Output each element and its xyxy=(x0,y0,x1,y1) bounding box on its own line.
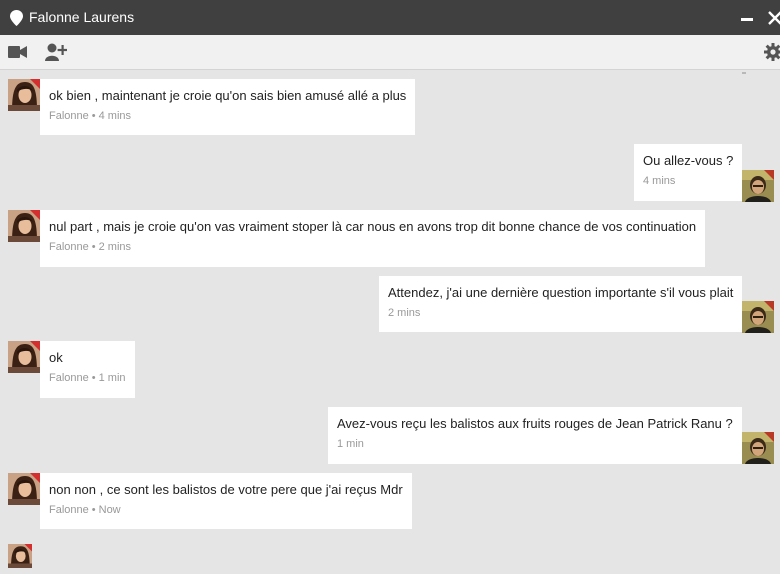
message-bubble-incoming: ok bien , maintenant je croie qu'on sais… xyxy=(40,79,415,135)
scroll-indicator xyxy=(742,72,746,74)
message-sender: Falonne xyxy=(49,241,89,253)
meta-separator: • xyxy=(91,504,96,516)
close-button[interactable] xyxy=(767,10,780,26)
minimize-button[interactable] xyxy=(741,18,753,21)
message-bubble-outgoing: Attendez, j'ai une dernière question imp… xyxy=(379,276,742,332)
message-sender: Falonne xyxy=(49,504,89,516)
contact-avatar-typing xyxy=(8,544,32,568)
message-sender: Falonne xyxy=(49,372,89,384)
contact-avatar[interactable] xyxy=(8,210,40,242)
user-avatar[interactable] xyxy=(742,432,774,464)
message-meta: Falonne • 4 mins xyxy=(49,110,405,123)
contact-avatar[interactable] xyxy=(8,473,40,505)
message-text: nul part , mais je croie qu'on vas vraim… xyxy=(49,219,697,234)
message-bubble-incoming: non non , ce sont les balistos de votre … xyxy=(40,473,412,529)
chat-toolbar xyxy=(0,35,780,70)
message-time: 1 min xyxy=(98,372,126,384)
message-meta: Falonne • 2 mins xyxy=(49,241,695,254)
contact-avatar[interactable] xyxy=(8,341,40,373)
message-text: non non , ce sont les balistos de votre … xyxy=(49,482,403,497)
message-bubble-incoming: nul part , mais je croie qu'on vas vraim… xyxy=(40,210,705,267)
window-title: Falonne Laurens xyxy=(29,9,135,25)
message-text: ok xyxy=(49,350,63,365)
message-text: ok bien , maintenant je croie qu'on sais… xyxy=(49,88,407,103)
message-bubble-incoming: ok Falonne • 1 min xyxy=(40,341,135,398)
meta-separator: • xyxy=(91,241,96,253)
location-pin-icon xyxy=(10,10,23,26)
message-time: 1 min xyxy=(337,438,364,450)
chat-titlebar: Falonne Laurens xyxy=(0,0,780,35)
message-time: Now xyxy=(98,504,121,516)
message-time: 2 mins xyxy=(388,307,421,319)
contact-avatar[interactable] xyxy=(8,79,40,111)
meta-separator: • xyxy=(91,372,96,384)
message-bubble-outgoing: Ou allez-vous ? 4 mins xyxy=(634,144,742,201)
message-meta: Falonne • Now xyxy=(49,504,402,517)
message-text: Ou allez-vous ? xyxy=(643,153,734,168)
message-time: 4 mins xyxy=(643,175,676,187)
message-text: Avez-vous reçu les balistos aux fruits r… xyxy=(337,416,733,431)
message-text: Attendez, j'ai une dernière question imp… xyxy=(388,285,734,300)
video-camera-icon[interactable] xyxy=(8,45,28,59)
meta-separator: • xyxy=(91,110,96,122)
message-sender: Falonne xyxy=(49,110,89,122)
message-time: 2 mins xyxy=(98,241,132,253)
user-avatar[interactable] xyxy=(742,170,774,202)
settings-gear-icon[interactable] xyxy=(764,43,780,61)
message-time: 4 mins xyxy=(98,110,132,122)
message-bubble-outgoing: Avez-vous reçu les balistos aux fruits r… xyxy=(328,407,742,464)
add-person-icon[interactable] xyxy=(45,43,67,61)
message-meta: Falonne • 1 min xyxy=(49,372,126,385)
close-icon xyxy=(768,11,780,25)
user-avatar[interactable] xyxy=(742,301,774,333)
